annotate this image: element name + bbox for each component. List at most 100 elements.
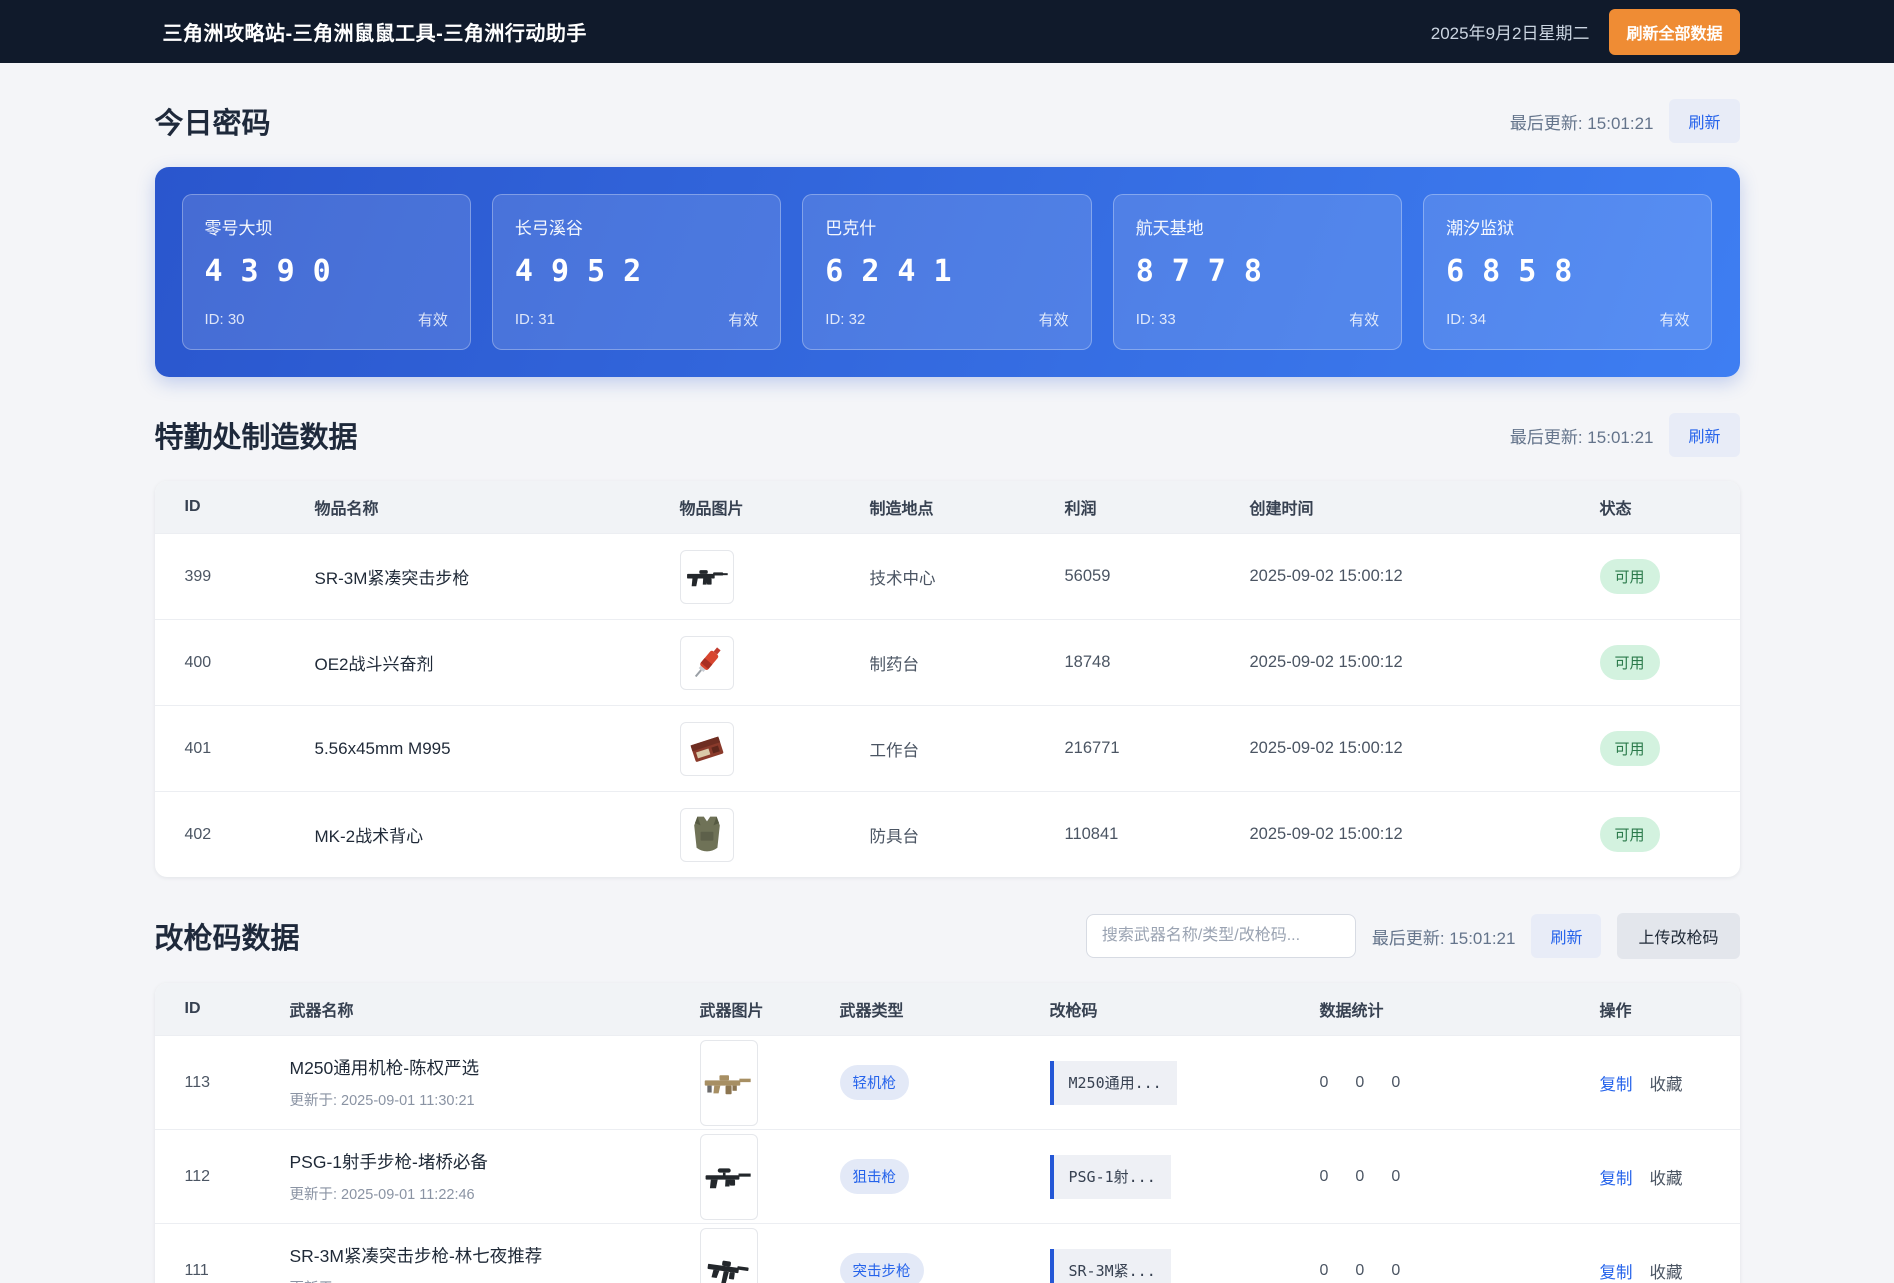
gunsmith-table: ID 武器名称 武器图片 武器类型 改枪码 数据统计 操作 113 M250通用… [154, 983, 1740, 1283]
item-place: 技术中心 [869, 569, 936, 588]
password-id: ID: 34 [1446, 311, 1487, 328]
col-item-image: 物品图片 [679, 501, 744, 518]
password-status: 有效 [1038, 312, 1069, 329]
weapon-name: SR-3M紧凑突击步枪-林七夜推荐 [289, 1246, 543, 1266]
item-profit: 18748 [1064, 653, 1111, 671]
col-place: 制造地点 [869, 501, 934, 518]
weapon-stats: 0 0 0 [1320, 1262, 1600, 1280]
status-badge: 可用 [1599, 645, 1660, 680]
favorite-button[interactable]: 收藏 [1650, 1165, 1683, 1189]
col-weapon-name: 武器名称 [289, 1003, 354, 1020]
table-row: 112 PSG-1射手步枪-堵桥必备 更新于: 2025-09-01 11:22… [154, 1129, 1740, 1223]
table-row: 402 MK-2战术背心 防具台 110841 2025-09-02 15:00… [154, 791, 1740, 877]
password-status: 有效 [417, 312, 448, 329]
password-status: 有效 [728, 312, 759, 329]
item-name: MK-2战术背心 [314, 827, 424, 846]
rifle-icon [679, 549, 734, 604]
item-profit: 216771 [1064, 739, 1120, 757]
upload-code-button[interactable]: 上传改枪码 [1617, 913, 1740, 959]
stat-count: 0 [1391, 1073, 1401, 1091]
password-id: ID: 33 [1135, 311, 1176, 328]
stat-count: 0 [1319, 1167, 1329, 1185]
weapon-stats: 0 0 0 [1320, 1074, 1600, 1092]
password-card: 潮汐监狱 6858 ID: 34 有效 [1423, 194, 1713, 350]
search-input[interactable] [1085, 914, 1356, 958]
col-weapon-image: 武器图片 [699, 1003, 764, 1020]
col-created: 创建时间 [1249, 501, 1314, 518]
password-status: 有效 [1659, 312, 1690, 329]
copy-button[interactable]: 复制 [1600, 1165, 1633, 1189]
col-id: ID [184, 1000, 201, 1017]
weapon-type-badge: 突击步枪 [839, 1253, 924, 1283]
item-created: 2025-09-02 15:00:12 [1249, 739, 1403, 757]
stat-count: 0 [1319, 1261, 1329, 1279]
manufacturing-table-header: ID 物品名称 物品图片 制造地点 利润 创建时间 状态 [154, 481, 1740, 533]
syringe-icon [679, 635, 734, 690]
col-stats: 数据统计 [1319, 1003, 1384, 1020]
weapon-updated: 更新于: 2025-09-01 11:08:59 [290, 1277, 700, 1283]
passwords-section-title: 今日密码 [154, 108, 271, 140]
passwords-refresh-button[interactable]: 刷新 [1669, 99, 1740, 143]
col-id: ID [184, 498, 201, 515]
password-card: 巴克什 6241 ID: 32 有效 [802, 194, 1092, 350]
manufacturing-section-title: 特勤处制造数据 [154, 422, 358, 454]
weapon-updated: 更新于: 2025-09-01 11:22:46 [289, 1187, 475, 1203]
item-created: 2025-09-02 15:00:12 [1249, 653, 1403, 671]
item-id: 399 [184, 567, 212, 585]
machine-gun-icon [699, 1039, 758, 1126]
favorite-button[interactable]: 收藏 [1650, 1259, 1683, 1283]
copy-button[interactable]: 复制 [1600, 1071, 1633, 1095]
stat-count: 0 [1355, 1167, 1365, 1185]
col-code: 改枪码 [1049, 1003, 1098, 1020]
password-code: 4952 [514, 254, 660, 289]
password-id: ID: 30 [204, 311, 245, 328]
site-title: 三角洲攻略站-三角洲鼠鼠工具-三角洲行动助手 [162, 23, 587, 45]
passwords-last-updated: 最后更新: 15:01:21 [1509, 113, 1654, 133]
status-badge: 可用 [1599, 731, 1660, 766]
item-place: 防具台 [869, 827, 920, 846]
col-weapon-type: 武器类型 [839, 1003, 904, 1020]
weapon-type-badge: 轻机枪 [839, 1065, 909, 1100]
stat-count: 0 [1391, 1261, 1401, 1279]
stat-count: 0 [1355, 1261, 1365, 1279]
gunsmith-section-title: 改枪码数据 [154, 923, 300, 955]
status-badge: 可用 [1599, 817, 1660, 852]
weapon-name: M250通用机枪-陈权严选 [289, 1058, 480, 1078]
col-actions: 操作 [1599, 1003, 1632, 1020]
item-id: 402 [184, 825, 212, 843]
stat-count: 0 [1391, 1167, 1401, 1185]
item-id: 400 [184, 653, 212, 671]
manufacturing-last-updated: 最后更新: 15:01:21 [1509, 427, 1654, 447]
sniper-rifle-icon [699, 1133, 758, 1220]
password-code: 8778 [1135, 254, 1280, 289]
map-name: 潮汐监狱 [1446, 219, 1515, 238]
password-code: 4390 [204, 254, 349, 289]
col-item-name: 物品名称 [314, 501, 379, 518]
gunsmith-refresh-button[interactable]: 刷新 [1531, 914, 1602, 958]
password-card: 航天基地 8778 ID: 33 有效 [1112, 194, 1403, 350]
weapon-id: 111 [184, 1261, 209, 1279]
table-row: 401 5.56x45mm M995 工作台 216771 2025-09-02… [154, 705, 1740, 791]
manufacturing-refresh-button[interactable]: 刷新 [1669, 413, 1740, 457]
gunsmith-code: SR-3M紧... [1049, 1249, 1171, 1283]
col-status: 状态 [1599, 501, 1632, 518]
password-card: 长弓溪谷 4952 ID: 31 有效 [491, 194, 782, 350]
stat-count: 0 [1355, 1073, 1365, 1091]
gunsmith-code: M250通用... [1049, 1061, 1177, 1105]
weapon-name: PSG-1射手步枪-堵桥必备 [289, 1152, 488, 1172]
item-name: OE2战斗兴奋剂 [314, 655, 434, 674]
map-name: 长弓溪谷 [514, 219, 583, 238]
password-panel: 零号大坝 4390 ID: 30 有效 长弓溪谷 4952 ID: 31 有效 … [154, 167, 1740, 377]
copy-button[interactable]: 复制 [1600, 1259, 1633, 1283]
item-id: 401 [184, 739, 212, 757]
password-code: 6241 [825, 254, 970, 289]
weapon-id: 113 [184, 1073, 211, 1091]
favorite-button[interactable]: 收藏 [1650, 1071, 1683, 1095]
refresh-all-button[interactable]: 刷新全部数据 [1609, 8, 1740, 55]
ammo-box-icon [679, 721, 734, 776]
item-place: 制药台 [869, 655, 920, 674]
assault-rifle-icon [699, 1227, 758, 1283]
table-row: 400 OE2战斗兴奋剂 制药台 18748 2025-09-02 15:00:… [154, 619, 1740, 705]
item-profit: 110841 [1064, 825, 1119, 843]
gunsmith-code: PSG-1射... [1049, 1155, 1171, 1199]
